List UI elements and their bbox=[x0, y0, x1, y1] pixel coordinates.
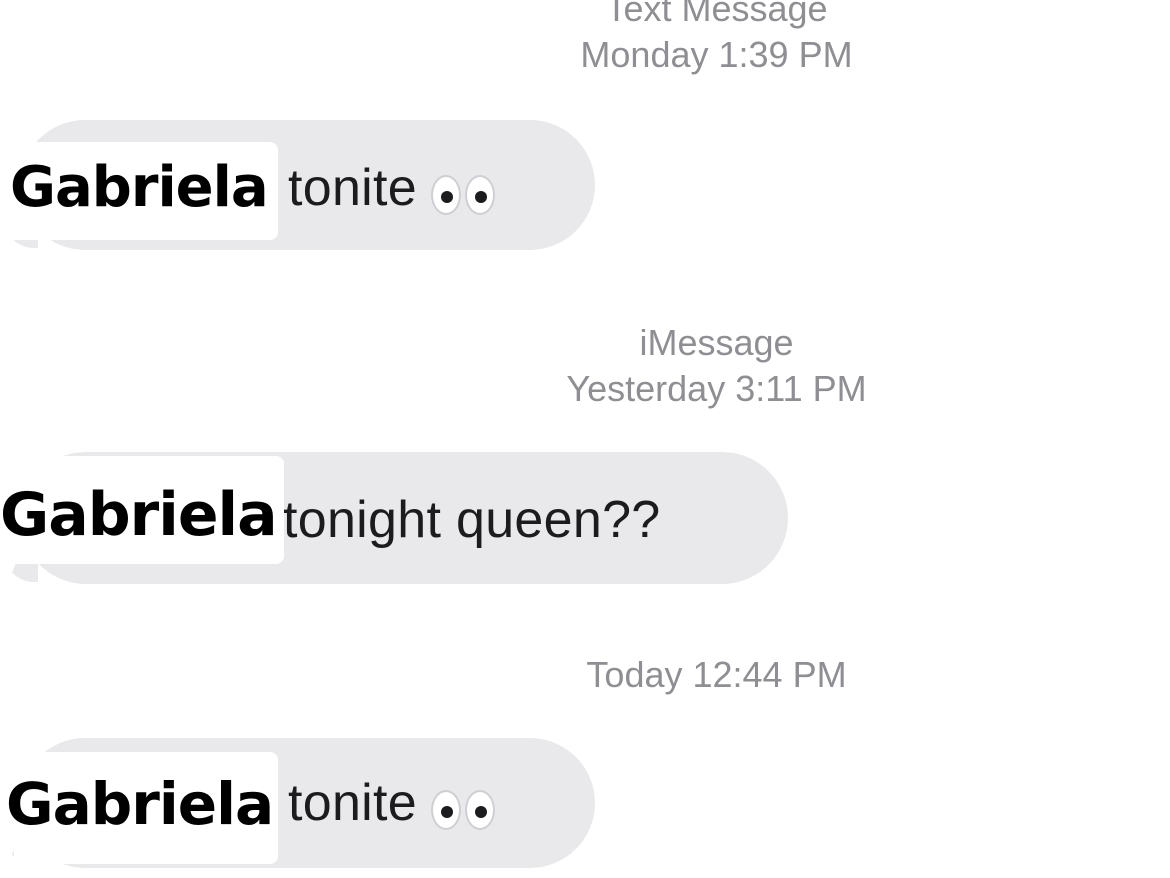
sender-name: Gabriela bbox=[10, 155, 269, 220]
message-content: tonight queen?? bbox=[283, 491, 661, 549]
timestamp-header: Today 12:44 PM bbox=[0, 652, 1170, 698]
message-text: tonite bbox=[288, 158, 499, 221]
sender-name: Gabriela bbox=[0, 480, 278, 550]
timestamp-header: Text Message Monday 1:39 PM bbox=[0, 0, 1170, 78]
timestamp-label: Today 12:44 PM bbox=[586, 654, 847, 695]
timestamp-header: iMessage Yesterday 3:11 PM bbox=[0, 320, 1170, 412]
sender-name: Gabriela bbox=[6, 770, 274, 838]
eyes-emoji-icon bbox=[431, 161, 499, 221]
timestamp-label: Monday 1:39 PM bbox=[580, 34, 853, 75]
message-text: tonite bbox=[288, 773, 499, 836]
service-label: Text Message bbox=[605, 0, 828, 29]
message-content: tonite bbox=[288, 159, 418, 217]
message-text: tonight queen?? bbox=[283, 490, 661, 550]
service-label: iMessage bbox=[639, 322, 794, 363]
eyes-emoji-icon bbox=[431, 776, 499, 836]
message-content: tonite bbox=[288, 774, 418, 832]
timestamp-label: Yesterday 3:11 PM bbox=[566, 368, 867, 409]
